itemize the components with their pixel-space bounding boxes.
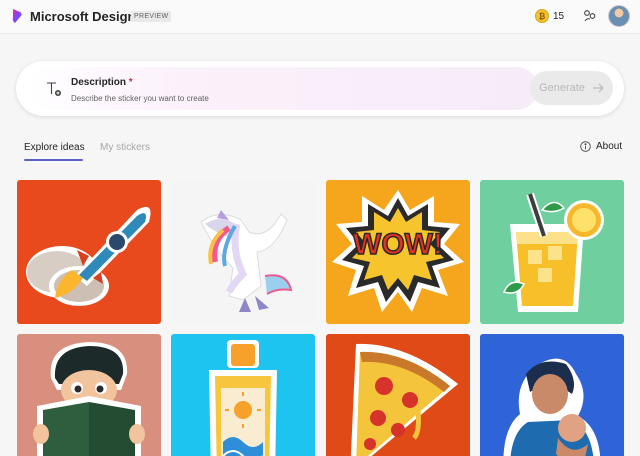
svg-text:WOW!: WOW! (353, 228, 443, 261)
prompt-bar: Description * Generate (16, 61, 624, 116)
generate-button[interactable]: Generate (530, 71, 613, 105)
arrow-right-icon (592, 83, 604, 93)
description-label-text: Description (71, 77, 127, 88)
coin-icon[interactable]: ₿ (535, 9, 549, 23)
required-mark: * (128, 77, 133, 88)
share-icon[interactable] (583, 9, 597, 23)
sticker-card-wow[interactable]: WOW! (326, 180, 470, 324)
active-tab-indicator (24, 159, 83, 161)
description-label: Description * (71, 77, 133, 88)
sticker-card-rocket[interactable] (17, 180, 161, 324)
preview-badge: PREVIEW (131, 11, 172, 22)
sticker-card-hug[interactable] (480, 334, 624, 456)
generate-label: Generate (539, 82, 585, 94)
tab-my-stickers[interactable]: My stickers (100, 142, 150, 153)
credits-count[interactable]: 15 (553, 11, 564, 22)
tab-explore-ideas[interactable]: Explore ideas (24, 142, 85, 153)
sticker-card-reading-boy[interactable] (17, 334, 161, 456)
about-link[interactable]: About (580, 141, 622, 152)
sticker-card-lemonade[interactable] (480, 180, 624, 324)
info-icon (580, 141, 591, 152)
about-label: About (596, 141, 623, 152)
description-input[interactable] (71, 92, 511, 104)
description-field[interactable]: Description * (28, 67, 538, 110)
designer-logo-icon[interactable] (11, 8, 24, 24)
sticker-card-unicorn[interactable] (171, 180, 315, 324)
user-avatar[interactable] (608, 5, 630, 27)
top-bar: Microsoft Designer PREVIEW ₿ 15 (0, 0, 640, 34)
sticker-card-sunscreen[interactable] (171, 334, 315, 456)
sticker-card-pizza[interactable] (326, 334, 470, 456)
text-add-icon (47, 82, 61, 96)
